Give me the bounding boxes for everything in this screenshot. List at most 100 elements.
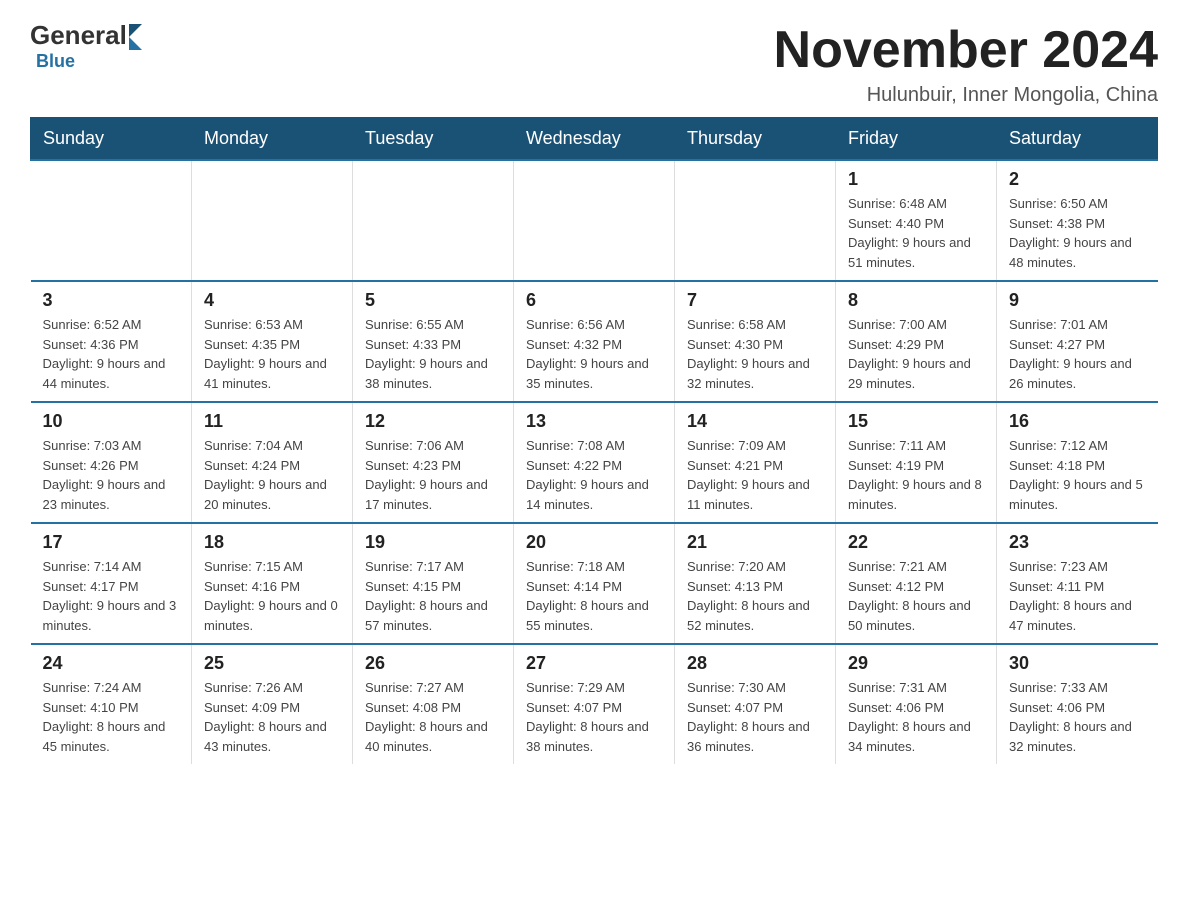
calendar-table: SundayMondayTuesdayWednesdayThursdayFrid… <box>30 117 1158 764</box>
day-info: Sunrise: 7:18 AM Sunset: 4:14 PM Dayligh… <box>526 557 662 635</box>
day-info: Sunrise: 6:52 AM Sunset: 4:36 PM Dayligh… <box>43 315 180 393</box>
calendar-cell: 16 Sunrise: 7:12 AM Sunset: 4:18 PM Dayli… <box>997 402 1158 523</box>
day-number: 6 <box>526 290 662 311</box>
calendar-cell: 15 Sunrise: 7:11 AM Sunset: 4:19 PM Dayli… <box>836 402 997 523</box>
weekday-header-thursday: Thursday <box>675 118 836 161</box>
weekday-header-row: SundayMondayTuesdayWednesdayThursdayFrid… <box>31 118 1158 161</box>
calendar-cell: 1 Sunrise: 6:48 AM Sunset: 4:40 PM Daylig… <box>836 160 997 281</box>
day-number: 17 <box>43 532 180 553</box>
day-info: Sunrise: 7:15 AM Sunset: 4:16 PM Dayligh… <box>204 557 340 635</box>
calendar-cell: 30 Sunrise: 7:33 AM Sunset: 4:06 PM Dayli… <box>997 644 1158 764</box>
calendar-cell: 4Sunrise: 6:53 AM Sunset: 4:35 PM Daylig… <box>192 281 353 402</box>
day-info: Sunrise: 7:29 AM Sunset: 4:07 PM Dayligh… <box>526 678 662 756</box>
calendar-cell: 2Sunrise: 6:50 AM Sunset: 4:38 PM Daylig… <box>997 160 1158 281</box>
calendar-cell: 22 Sunrise: 7:21 AM Sunset: 4:12 PM Dayli… <box>836 523 997 644</box>
day-number: 19 <box>365 532 501 553</box>
weekday-header-tuesday: Tuesday <box>353 118 514 161</box>
day-info: Sunrise: 7:12 AM Sunset: 4:18 PM Dayligh… <box>1009 436 1146 514</box>
day-number: 16 <box>1009 411 1146 432</box>
calendar-cell <box>31 160 192 281</box>
day-number: 30 <box>1009 653 1146 674</box>
day-info: Sunrise: 7:27 AM Sunset: 4:08 PM Dayligh… <box>365 678 501 756</box>
day-info: Sunrise: 6:53 AM Sunset: 4:35 PM Dayligh… <box>204 315 340 393</box>
calendar-cell: 18 Sunrise: 7:15 AM Sunset: 4:16 PM Dayli… <box>192 523 353 644</box>
day-info: Sunrise: 7:23 AM Sunset: 4:11 PM Dayligh… <box>1009 557 1146 635</box>
page-header: General Blue November 2024 Hulunbuir, In… <box>30 20 1158 107</box>
day-info: Sunrise: 7:21 AM Sunset: 4:12 PM Dayligh… <box>848 557 984 635</box>
day-number: 13 <box>526 411 662 432</box>
calendar-cell: 23 Sunrise: 7:23 AM Sunset: 4:11 PM Dayli… <box>997 523 1158 644</box>
day-info: Sunrise: 7:17 AM Sunset: 4:15 PM Dayligh… <box>365 557 501 635</box>
day-number: 3 <box>43 290 180 311</box>
day-number: 21 <box>687 532 823 553</box>
calendar-week-row: 17 Sunrise: 7:14 AM Sunset: 4:17 PM Dayli… <box>31 523 1158 644</box>
day-number: 1 <box>848 169 984 190</box>
logo: General Blue <box>30 20 142 72</box>
calendar-cell: 14 Sunrise: 7:09 AM Sunset: 4:21 PM Dayli… <box>675 402 836 523</box>
day-number: 10 <box>43 411 180 432</box>
calendar-cell: 29 Sunrise: 7:31 AM Sunset: 4:06 PM Dayli… <box>836 644 997 764</box>
day-number: 22 <box>848 532 984 553</box>
weekday-header-wednesday: Wednesday <box>514 118 675 161</box>
calendar-cell: 10 Sunrise: 7:03 AM Sunset: 4:26 PM Dayli… <box>31 402 192 523</box>
day-info: Sunrise: 7:30 AM Sunset: 4:07 PM Dayligh… <box>687 678 823 756</box>
day-info: Sunrise: 7:09 AM Sunset: 4:21 PM Dayligh… <box>687 436 823 514</box>
calendar-cell: 19 Sunrise: 7:17 AM Sunset: 4:15 PM Dayli… <box>353 523 514 644</box>
calendar-cell: 11Sunrise: 7:04 AM Sunset: 4:24 PM Dayli… <box>192 402 353 523</box>
calendar-cell: 5 Sunrise: 6:55 AM Sunset: 4:33 PM Daylig… <box>353 281 514 402</box>
day-number: 18 <box>204 532 340 553</box>
day-info: Sunrise: 6:58 AM Sunset: 4:30 PM Dayligh… <box>687 315 823 393</box>
day-info: Sunrise: 7:06 AM Sunset: 4:23 PM Dayligh… <box>365 436 501 514</box>
day-number: 7 <box>687 290 823 311</box>
day-number: 15 <box>848 411 984 432</box>
day-number: 26 <box>365 653 501 674</box>
calendar-cell: 26 Sunrise: 7:27 AM Sunset: 4:08 PM Dayli… <box>353 644 514 764</box>
day-info: Sunrise: 7:33 AM Sunset: 4:06 PM Dayligh… <box>1009 678 1146 756</box>
day-number: 9 <box>1009 290 1146 311</box>
calendar-cell: 3 Sunrise: 6:52 AM Sunset: 4:36 PM Daylig… <box>31 281 192 402</box>
weekday-header-saturday: Saturday <box>997 118 1158 161</box>
weekday-header-friday: Friday <box>836 118 997 161</box>
day-number: 27 <box>526 653 662 674</box>
day-number: 12 <box>365 411 501 432</box>
day-info: Sunrise: 6:56 AM Sunset: 4:32 PM Dayligh… <box>526 315 662 393</box>
calendar-cell <box>353 160 514 281</box>
calendar-cell <box>675 160 836 281</box>
day-info: Sunrise: 7:08 AM Sunset: 4:22 PM Dayligh… <box>526 436 662 514</box>
day-number: 14 <box>687 411 823 432</box>
day-number: 28 <box>687 653 823 674</box>
calendar-week-row: 3 Sunrise: 6:52 AM Sunset: 4:36 PM Daylig… <box>31 281 1158 402</box>
day-info: Sunrise: 6:48 AM Sunset: 4:40 PM Dayligh… <box>848 194 984 272</box>
calendar-cell: 21 Sunrise: 7:20 AM Sunset: 4:13 PM Dayli… <box>675 523 836 644</box>
day-number: 24 <box>43 653 180 674</box>
calendar-week-row: 24 Sunrise: 7:24 AM Sunset: 4:10 PM Dayli… <box>31 644 1158 764</box>
day-info: Sunrise: 7:24 AM Sunset: 4:10 PM Dayligh… <box>43 678 180 756</box>
day-info: Sunrise: 6:55 AM Sunset: 4:33 PM Dayligh… <box>365 315 501 393</box>
day-number: 8 <box>848 290 984 311</box>
calendar-cell: 9Sunrise: 7:01 AM Sunset: 4:27 PM Daylig… <box>997 281 1158 402</box>
calendar-cell: 25 Sunrise: 7:26 AM Sunset: 4:09 PM Dayli… <box>192 644 353 764</box>
calendar-cell: 8Sunrise: 7:00 AM Sunset: 4:29 PM Daylig… <box>836 281 997 402</box>
day-info: Sunrise: 7:26 AM Sunset: 4:09 PM Dayligh… <box>204 678 340 756</box>
day-info: Sunrise: 7:31 AM Sunset: 4:06 PM Dayligh… <box>848 678 984 756</box>
logo-blue-text: Blue <box>36 51 75 71</box>
day-number: 5 <box>365 290 501 311</box>
logo-general-text: General <box>30 20 127 51</box>
day-info: Sunrise: 7:14 AM Sunset: 4:17 PM Dayligh… <box>43 557 180 635</box>
month-title: November 2024 <box>774 20 1158 80</box>
day-number: 20 <box>526 532 662 553</box>
title-section: November 2024 Hulunbuir, Inner Mongolia,… <box>774 20 1158 107</box>
weekday-header-sunday: Sunday <box>31 118 192 161</box>
calendar-cell: 28 Sunrise: 7:30 AM Sunset: 4:07 PM Dayli… <box>675 644 836 764</box>
day-number: 25 <box>204 653 340 674</box>
calendar-week-row: 10 Sunrise: 7:03 AM Sunset: 4:26 PM Dayli… <box>31 402 1158 523</box>
day-info: Sunrise: 7:11 AM Sunset: 4:19 PM Dayligh… <box>848 436 984 514</box>
day-info: Sunrise: 7:20 AM Sunset: 4:13 PM Dayligh… <box>687 557 823 635</box>
calendar-cell <box>514 160 675 281</box>
calendar-cell: 6 Sunrise: 6:56 AM Sunset: 4:32 PM Daylig… <box>514 281 675 402</box>
day-number: 23 <box>1009 532 1146 553</box>
day-number: 29 <box>848 653 984 674</box>
calendar-cell <box>192 160 353 281</box>
day-info: Sunrise: 7:03 AM Sunset: 4:26 PM Dayligh… <box>43 436 180 514</box>
location-subtitle: Hulunbuir, Inner Mongolia, China <box>774 84 1158 107</box>
